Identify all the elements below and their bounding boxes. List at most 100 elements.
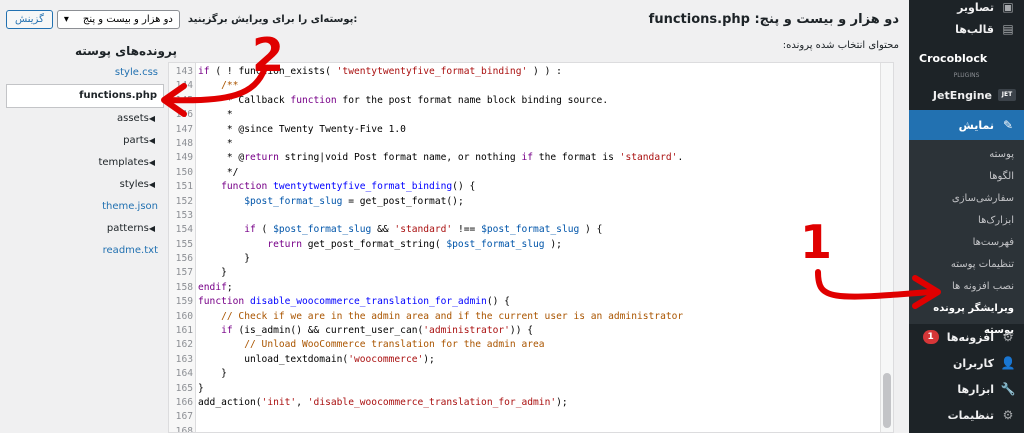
submenu-item[interactable]: فهرست‌ها (909, 232, 1024, 254)
code-text: return get_post_format_string( $post_for… (267, 238, 562, 250)
sidebar-item-appearance[interactable]: ✎ نمایش (909, 110, 1024, 140)
folder-name: templates (98, 157, 149, 168)
sidebar-item-image[interactable]: ▣ تصاویر (909, 0, 1024, 14)
line-number: 156 (175, 253, 193, 265)
line-number: 150 (175, 166, 193, 178)
file-tree-folder[interactable]: parts◀ (6, 130, 164, 152)
code-line[interactable]: 148 * (169, 137, 683, 151)
code-line[interactable]: 150 */ (169, 166, 683, 180)
code-line[interactable]: 144 /** (169, 79, 683, 93)
line-number: 157 (175, 267, 193, 279)
code-line[interactable]: 164 } (169, 367, 683, 381)
code-line[interactable]: 153 (169, 209, 683, 223)
submenu-item[interactable]: ابزارک‌ها (909, 210, 1024, 232)
code-text: // Unload WooCommerce translation for th… (244, 339, 545, 351)
sidebar-item-users[interactable]: 👤 کاربران (909, 350, 1024, 376)
submenu-item[interactable]: نصب افزونه ها (909, 276, 1024, 298)
code-line[interactable]: 165} (169, 382, 683, 396)
code-text: if ( $post_format_slug && 'standard' !==… (244, 224, 603, 236)
file-tree-file[interactable]: functions.php (6, 84, 164, 108)
sidebar-item-label: Crocoblock (919, 51, 988, 65)
file-tree-file[interactable]: readme.txt (6, 240, 164, 262)
code-line[interactable]: 162 // Unload WooCommerce translation fo… (169, 338, 683, 352)
file-tree-file[interactable]: theme.json (6, 196, 164, 218)
submenu-item[interactable]: الگوها (909, 166, 1024, 188)
code-line[interactable]: 166 add_action('init', 'disable_woocommer… (169, 396, 683, 410)
jetengine-icon: JET (998, 89, 1016, 101)
file-tree-folder[interactable]: templates◀ (6, 152, 164, 174)
code-content[interactable]: 143 if ( ! function_exists( 'twentytwenty… (169, 65, 684, 433)
plugin-icon: ⚙ (1002, 330, 1014, 344)
code-text: unload_textdomain('woocommerce'); (198, 353, 435, 365)
admin-sidebar: ▣ تصاویر ▤ قالب‌ها Crocoblock PLUGINS JET J… (909, 0, 1024, 433)
code-line[interactable]: 163 unload_textdomain('woocommerce'); (169, 353, 683, 367)
theme-dropdown[interactable]: دو هزار و بیست و پنج ▾ (56, 10, 180, 29)
editor-scrollbar-thumb[interactable] (883, 373, 891, 428)
code-line[interactable]: 156 } (169, 252, 683, 266)
image-icon: ▣ (1002, 0, 1014, 14)
code-text: * @return string|void Post format name, … (198, 152, 684, 164)
code-text: * Callback function for the post format … (198, 94, 609, 106)
code-line[interactable]: 152 $post_format_slug = get_post_format(… (169, 195, 683, 209)
theme-select-label: پوسته‌ای را برای ویرایش برگزینید: (187, 14, 358, 25)
sidebar-item-label: تنظیمات (947, 408, 994, 422)
folder-name: parts (123, 135, 149, 146)
line-number: 167 (175, 411, 193, 423)
sidebar-item-settings[interactable]: ⚙ تنظیمات (909, 402, 1024, 428)
code-line[interactable]: 149 * @return string|void Post format na… (169, 151, 684, 165)
code-line[interactable]: 168 (169, 425, 683, 433)
submenu-item[interactable]: تنظیمات پوسته (909, 254, 1024, 276)
line-number: 158 (175, 281, 193, 293)
code-line[interactable]: 159 function disable_woocommerce_translat… (169, 295, 683, 309)
folder-expand-icon: ◀ (148, 158, 155, 167)
code-line[interactable]: 147 * @since Twenty Twenty-Five 1.0 (169, 123, 683, 137)
submenu-item[interactable]: ویرایشگر پرونده پوسته (909, 298, 1024, 336)
folder-expand-icon: ◀ (148, 180, 155, 189)
theme-select-area: گزینش دو هزار و بیست و پنج ▾ پوسته‌ای را… (6, 10, 357, 29)
code-text: } (198, 253, 250, 265)
line-number: 154 (175, 224, 193, 236)
code-line[interactable]: 167 (169, 410, 683, 424)
code-line[interactable]: 151 function twentytwentyfive_format_bin… (169, 180, 683, 194)
sidebar-item-tools[interactable]: 🔧 ابزارها (909, 376, 1024, 402)
code-text: endif; (198, 281, 233, 293)
file-tree-file[interactable]: style.css (6, 62, 164, 84)
code-line[interactable]: 143 if ( ! function_exists( 'twentytwenty… (169, 65, 683, 79)
code-line[interactable]: 160 // Check if we are in the admin area… (169, 310, 684, 324)
code-editor[interactable]: 143 if ( ! function_exists( 'twentytwenty… (168, 62, 894, 433)
folder-expand-icon: ◀ (148, 224, 155, 233)
submenu-item[interactable]: سفارشی‌سازی (909, 188, 1024, 210)
file-tree-folder[interactable]: patterns◀ (6, 218, 164, 240)
theme-file-list: style.css functions.php assets◀ parts◀ templ… (6, 62, 164, 427)
line-number: 163 (175, 353, 193, 365)
code-line[interactable]: 155 return get_post_format_string( $post… (169, 238, 683, 252)
code-text: /** (221, 80, 239, 92)
sidebar-item-templates[interactable]: ▤ قالب‌ها (909, 14, 1024, 44)
folder-name: patterns (106, 223, 149, 234)
code-text: // Check if we are in the admin area and… (221, 310, 684, 322)
code-line[interactable]: 158 endif; (169, 281, 683, 295)
sidebar-item-label: ابزارها (957, 382, 994, 396)
annotation-number-2: 2 (252, 28, 285, 82)
select-button[interactable]: گزینش (6, 10, 53, 29)
sidebar-item-crocoblock[interactable]: Crocoblock (909, 44, 1024, 72)
editor-scrollbar[interactable] (880, 63, 893, 432)
code-line[interactable]: 146 * (169, 108, 683, 122)
file-tree-folder[interactable]: assets◀ (6, 108, 164, 130)
line-number: 153 (175, 209, 193, 221)
code-line[interactable]: 145 * Callback function for the post for… (169, 94, 683, 108)
code-text: } (198, 382, 204, 394)
code-line[interactable]: 161 if (is_admin() && current_user_can('… (169, 324, 683, 338)
submenu-item[interactable]: پوسته (909, 144, 1024, 166)
file-tree-folder[interactable]: styles◀ (6, 174, 164, 196)
code-line[interactable]: 154 if ( $post_format_slug && 'standard'… (169, 223, 683, 237)
code-text: * @since Twenty Twenty-Five 1.0 (198, 123, 406, 135)
sidebar-item-jetengine[interactable]: JET JetEngine (909, 80, 1024, 110)
code-text: if (is_admin() && current_user_can('admi… (221, 325, 534, 337)
page-title: دو هزار و بیست و پنج: functions.php (648, 12, 899, 27)
line-number: 147 (175, 123, 193, 135)
line-number: 148 (175, 137, 193, 149)
folder-name: styles (119, 179, 149, 190)
line-number: 168 (175, 425, 193, 433)
code-line[interactable]: 157 } (169, 266, 683, 280)
